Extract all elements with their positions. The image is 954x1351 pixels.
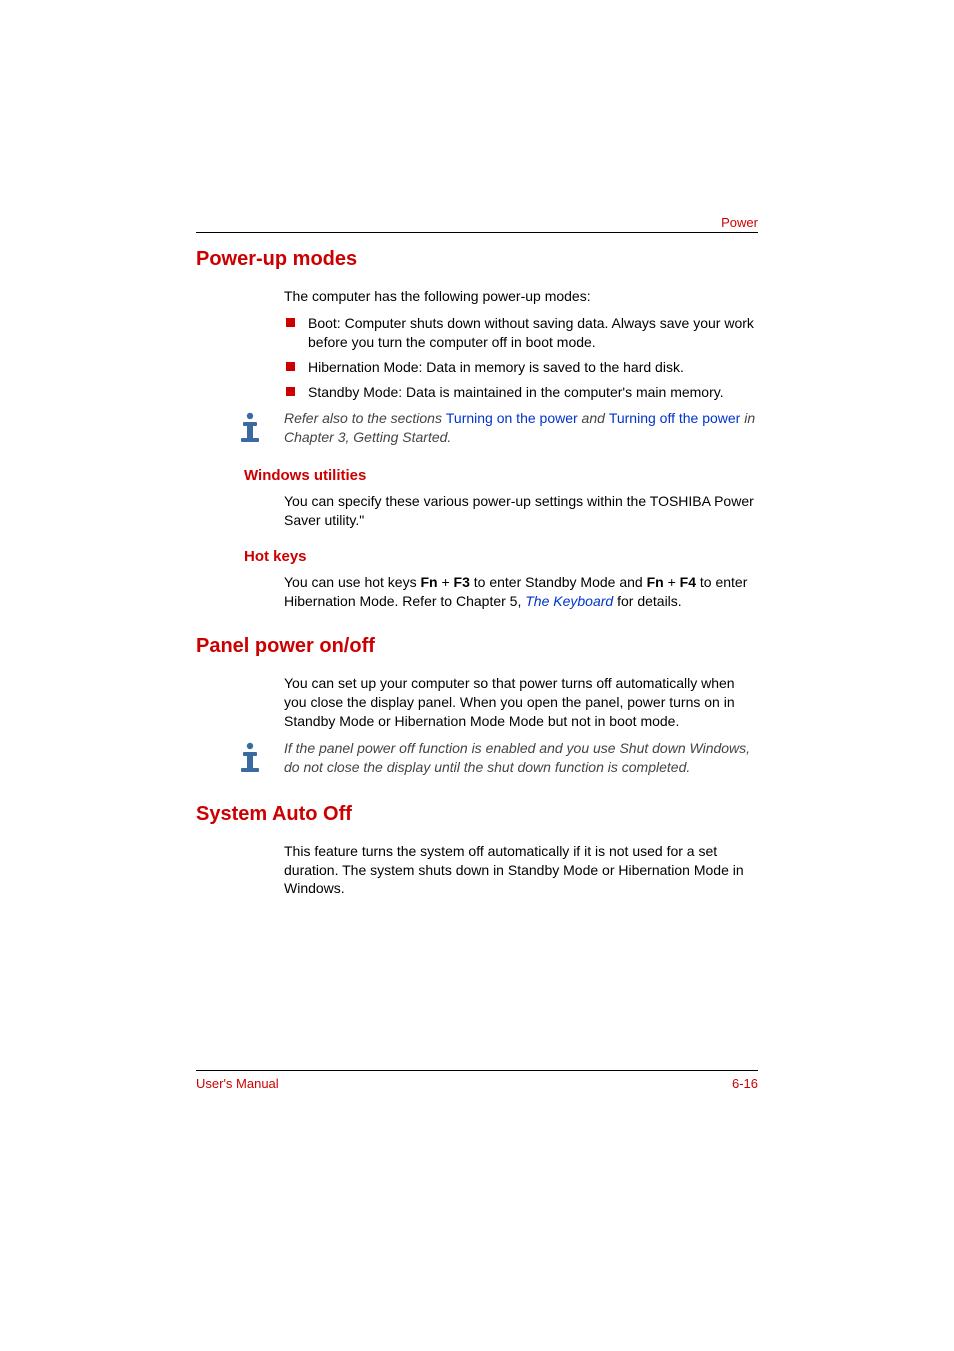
header-rule [196,232,758,233]
key-fn: Fn [647,574,664,590]
powerup-bullets: Boot: Computer shuts down without saving… [284,314,758,402]
key-f3: F3 [454,574,470,590]
note-block: Refer also to the sections Turning on th… [230,409,758,449]
page: Power Power-up modes The computer has th… [0,0,954,1351]
system-auto-off-text: This feature turns the system off automa… [284,842,758,899]
info-icon [230,409,270,449]
text-span: + [664,574,680,590]
content-area: Power-up modes The computer has the foll… [196,248,758,906]
text-span: for details. [613,593,681,609]
text-span: + [438,574,454,590]
note-text-mid: and [578,410,609,426]
info-icon [230,739,270,779]
text-span: You can use hot keys [284,574,420,590]
footer: User's Manual 6-16 [196,1076,758,1091]
panel-power-text: You can set up your computer so that pow… [284,674,758,731]
hotkeys-text: You can use hot keys Fn + F3 to enter St… [284,573,758,611]
heading-system-auto-off: System Auto Off [196,803,758,826]
heading-windows-utilities: Windows utilities [244,467,758,484]
footer-page-number: 6-16 [732,1076,758,1091]
heading-hot-keys: Hot keys [244,548,758,565]
list-item: Standby Mode: Data is maintained in the … [284,383,758,402]
list-item: Hibernation Mode: Data in memory is save… [284,358,758,377]
link-turning-on[interactable]: Turning on the power [446,410,578,426]
note-text: If the panel power off function is enabl… [284,739,758,777]
key-fn: Fn [420,574,437,590]
powerup-intro: The computer has the following power-up … [284,287,758,306]
note-block: If the panel power off function is enabl… [230,739,758,779]
heading-panel-power: Panel power on/off [196,635,758,658]
windows-utilities-text: You can specify these various power-up s… [284,492,758,530]
link-turning-off[interactable]: Turning off the power [609,410,741,426]
link-the-keyboard[interactable]: The Keyboard [525,593,613,609]
list-item: Boot: Computer shuts down without saving… [284,314,758,352]
key-f4: F4 [680,574,696,590]
footer-rule [196,1070,758,1071]
heading-power-up-modes: Power-up modes [196,248,758,271]
note-text-pre: Refer also to the sections [284,410,446,426]
header-section-label: Power [721,215,758,230]
note-text: Refer also to the sections Turning on th… [284,409,758,447]
footer-left: User's Manual [196,1076,279,1091]
text-span: to enter Standby Mode and [470,574,647,590]
